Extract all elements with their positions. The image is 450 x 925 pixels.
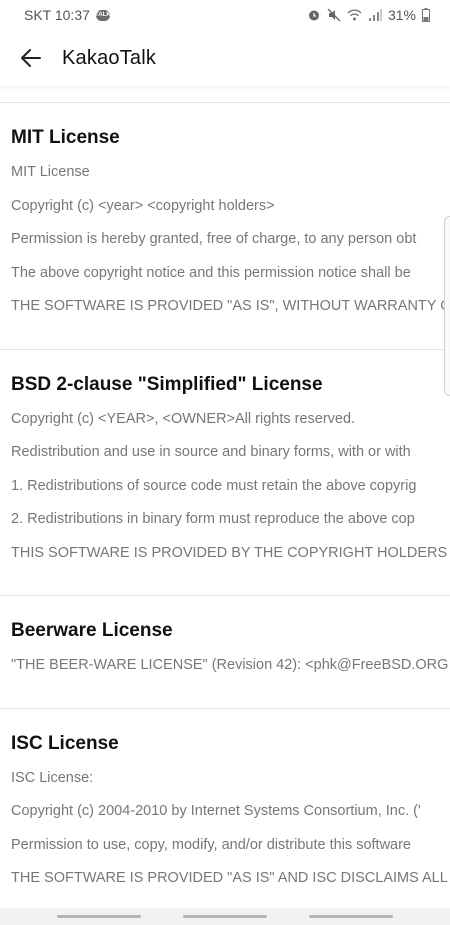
license-item-beerware: Beerware License "THE BEER-WARE LICENSE"… [0,596,450,709]
app-bar: KakaoTalk [0,30,450,86]
system-nav-bar [0,908,450,925]
license-line: THE SOFTWARE IS PROVIDED "AS IS", WITHOU… [11,298,450,314]
alarm-icon [307,8,321,22]
license-line: Permission to use, copy, modify, and/or … [11,836,411,853]
nav-back-button[interactable] [309,915,393,918]
license-line: Redistribution and use in source and bin… [11,444,411,460]
license-title: BSD 2-clause "Simplified" License [11,373,323,395]
license-line: THE SOFTWARE IS PROVIDED "AS IS" AND ISC… [11,870,450,886]
license-title: ISC License [11,732,119,754]
license-item-mit: MIT License MIT License Copyright (c) <y… [0,103,450,350]
license-line: 2. Redistributions in binary form must r… [11,511,415,527]
mute-icon [327,8,341,22]
nav-recents-button[interactable] [57,915,141,918]
battery-percent: 31% [387,7,416,23]
license-title: Beerware License [11,620,173,641]
signal-icon [368,8,382,22]
license-line: Copyright (c) <YEAR>, <OWNER>All rights … [11,410,356,427]
arrow-left-icon [21,49,41,67]
license-line: MIT License [11,164,90,180]
license-line: ISC License: [11,769,94,786]
status-right: 31% [307,7,430,23]
carrier-time: SKT 10:37 [24,7,90,23]
license-line: THIS SOFTWARE IS PROVIDED BY THE COPYRIG… [11,544,450,561]
license-line: 1. Redistributions of source code must r… [11,477,417,494]
nav-home-button[interactable] [183,915,267,918]
talk-notification-icon: TALK [95,9,111,21]
back-button[interactable] [16,43,46,73]
wifi-icon [347,9,362,22]
license-line: The above copyright notice and this perm… [11,264,411,281]
scroll-handle[interactable] [444,216,450,396]
license-line: Copyright (c) 2004-2010 by Internet Syst… [11,803,421,819]
page-title: KakaoTalk [62,46,157,69]
license-line: Permission is hereby granted, free of ch… [11,231,417,247]
battery-icon [422,8,430,22]
license-title: MIT License [11,127,120,148]
license-line: "THE BEER-WARE LICENSE" (Revision 42): <… [11,657,449,673]
license-line: Copyright (c) <year> <copyright holders> [11,197,275,214]
license-item-bsd-2-clause: BSD 2-clause "Simplified" License Copyri… [0,350,450,596]
status-left: SKT 10:37 TALK [24,7,111,23]
license-item-isc: ISC License ISC License: Copyright (c) 2… [0,709,450,909]
status-bar: SKT 10:37 TALK 31% [0,0,450,30]
license-list[interactable]: MIT License MIT License Copyright (c) <y… [0,90,450,908]
